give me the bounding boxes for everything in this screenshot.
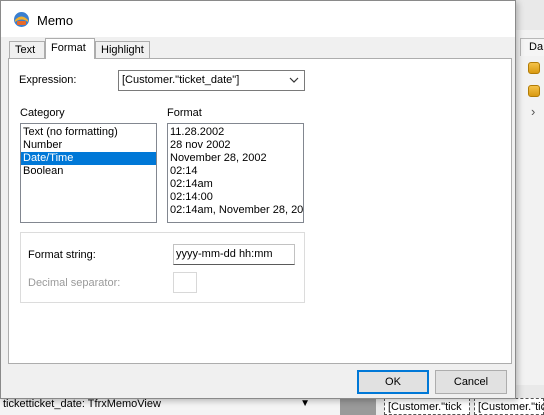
format-item[interactable]: 02:14am bbox=[168, 178, 303, 191]
tab-highlight[interactable]: Highlight bbox=[95, 41, 150, 59]
format-item[interactable]: 02:14am, November 28, 20 bbox=[168, 204, 303, 217]
category-item[interactable]: Boolean bbox=[21, 165, 156, 178]
dialog-titlebar: Memo bbox=[1, 1, 515, 37]
chevron-down-icon: ▼ bbox=[300, 398, 310, 409]
category-item[interactable]: Number bbox=[21, 139, 156, 152]
format-item[interactable]: 11.28.2002 bbox=[168, 126, 303, 139]
chevron-down-icon[interactable] bbox=[289, 75, 299, 85]
format-page: Expression: [Customer."ticket_date"] Cat… bbox=[8, 58, 512, 364]
database-icon[interactable] bbox=[528, 62, 540, 74]
format-string-value: yyyy-mm-dd hh:mm bbox=[176, 248, 273, 260]
category-item-selected[interactable]: Date/Time bbox=[21, 152, 156, 165]
format-string-label: Format string: bbox=[28, 249, 96, 261]
tab-format[interactable]: Format bbox=[45, 38, 95, 59]
expression-combo[interactable]: [Customer."ticket_date"] bbox=[118, 70, 305, 91]
category-label: Category bbox=[20, 107, 65, 119]
data-tree-panel bbox=[512, 30, 544, 385]
format-string-input[interactable]: yyyy-mm-dd hh:mm bbox=[173, 244, 295, 265]
category-listbox[interactable]: Text (no formatting) Number Date/Time Bo… bbox=[20, 123, 157, 223]
band-memo-cell[interactable]: [Customer."tick bbox=[384, 398, 470, 415]
chevron-right-icon[interactable]: › bbox=[531, 104, 535, 119]
memo-dialog: Memo Text Format Highlight Expression: [… bbox=[0, 0, 516, 399]
format-item[interactable]: 02:14:00 bbox=[168, 191, 303, 204]
format-options-group: Format string: yyyy-mm-dd hh:mm Decimal … bbox=[20, 232, 305, 303]
decimal-separator-label: Decimal separator: bbox=[28, 277, 121, 289]
format-label: Format bbox=[167, 107, 202, 119]
expression-value: [Customer."ticket_date"] bbox=[122, 74, 240, 86]
category-item[interactable]: Text (no formatting) bbox=[21, 126, 156, 139]
decimal-separator-input[interactable] bbox=[173, 272, 197, 293]
memo-app-icon bbox=[14, 12, 29, 27]
format-item[interactable]: 02:14 bbox=[168, 165, 303, 178]
tab-data[interactable]: Da bbox=[520, 38, 544, 56]
format-item[interactable]: 28 nov 2002 bbox=[168, 139, 303, 152]
ok-button[interactable]: OK bbox=[357, 370, 429, 394]
cancel-button[interactable]: Cancel bbox=[435, 370, 507, 394]
tab-text[interactable]: Text bbox=[9, 41, 45, 59]
format-listbox[interactable]: 11.28.2002 28 nov 2002 November 28, 2002… bbox=[167, 123, 304, 223]
band-memo-cell[interactable]: [Customer."tick bbox=[474, 398, 544, 415]
database-icon[interactable] bbox=[528, 85, 540, 97]
expression-label: Expression: bbox=[19, 74, 77, 86]
object-inspector-value: ticketticket_date: TfrxMemoView bbox=[3, 398, 161, 410]
dialog-title: Memo bbox=[37, 13, 74, 28]
format-item[interactable]: November 28, 2002 bbox=[168, 152, 303, 165]
